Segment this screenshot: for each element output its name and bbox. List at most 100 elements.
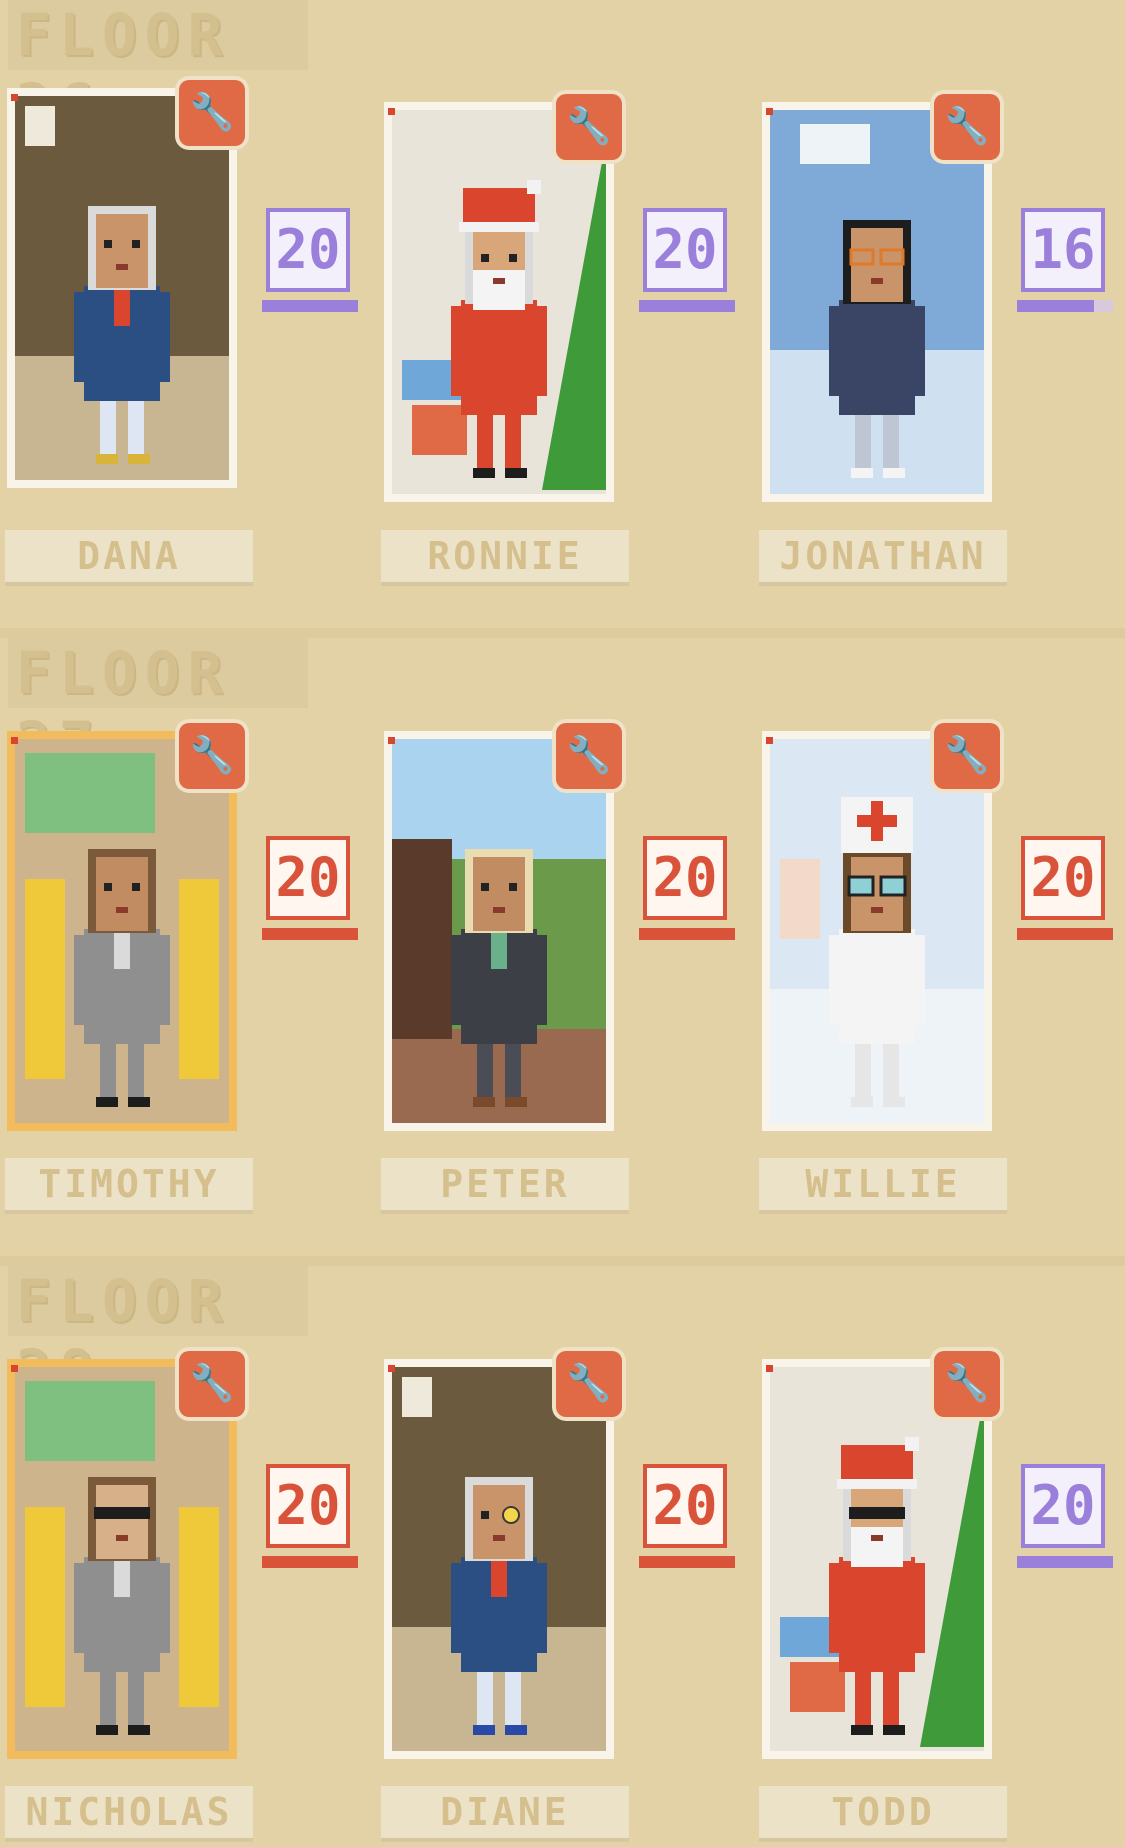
skill-progress-fill bbox=[639, 928, 735, 940]
skill-progress-bar bbox=[639, 1556, 735, 1568]
floor-title: FLOOR 28 bbox=[8, 1266, 308, 1405]
floor-28-section: FLOOR 28 🔧 20 NICHOLAS 🔧 20 DIA bbox=[0, 1256, 1125, 1847]
skill-progress-fill bbox=[262, 928, 358, 940]
floor-divider bbox=[0, 1256, 1125, 1266]
bitizen-name-plate[interactable]: RONNIE bbox=[381, 530, 629, 582]
bitizen-name-plate[interactable]: DIANE bbox=[381, 1786, 629, 1838]
bitizen-portrait bbox=[15, 96, 229, 480]
wrench-icon[interactable]: 🔧 bbox=[934, 723, 1000, 789]
skill-level-value: 20 bbox=[266, 1464, 350, 1548]
skill-progress-fill bbox=[639, 300, 735, 312]
bitizen-name: TIMOTHY bbox=[38, 1162, 220, 1206]
bitizen-portrait bbox=[770, 110, 984, 494]
bitizen-name: RONNIE bbox=[427, 534, 583, 578]
skill-progress-fill bbox=[1017, 928, 1113, 940]
portrait-scene bbox=[15, 739, 229, 1123]
skill-level-value: 20 bbox=[643, 1464, 727, 1548]
bitizen-name-plate[interactable]: DANA bbox=[5, 530, 253, 582]
skill-level-badge: 20 bbox=[639, 1464, 735, 1568]
bitizen-card-peter[interactable]: 🔧 bbox=[384, 723, 622, 1131]
portrait-art bbox=[770, 1367, 984, 1751]
bitizen-name-plate[interactable]: WILLIE bbox=[759, 1158, 1007, 1210]
skill-level-badge: 20 bbox=[639, 208, 735, 312]
floor-title: FLOOR 26 bbox=[8, 0, 308, 139]
wrench-icon[interactable]: 🔧 bbox=[179, 723, 245, 789]
bitizen-portrait bbox=[770, 739, 984, 1123]
bitizen-name-plate[interactable]: PETER bbox=[381, 1158, 629, 1210]
portrait-scene bbox=[392, 739, 606, 1123]
skill-progress-fill bbox=[262, 1556, 358, 1568]
bitizen-card-willie[interactable]: 🔧 bbox=[762, 723, 1000, 1131]
skill-level-badge: 20 bbox=[1017, 1464, 1113, 1568]
portrait-scene bbox=[15, 96, 229, 480]
portrait-scene bbox=[392, 1367, 606, 1751]
skill-level-badge: 20 bbox=[639, 836, 735, 940]
portrait-art bbox=[15, 739, 229, 1123]
wrench-icon[interactable]: 🔧 bbox=[179, 1351, 245, 1417]
bitizen-name-plate[interactable]: TIMOTHY bbox=[5, 1158, 253, 1210]
floor-27-section: FLOOR 27 🔧 20 TIMOTHY 🔧 20 PETE bbox=[0, 628, 1125, 1246]
skill-level-value: 20 bbox=[643, 836, 727, 920]
skill-level-badge: 16 bbox=[1017, 208, 1113, 312]
portrait-scene bbox=[770, 1367, 984, 1751]
bitizen-card-ronnie[interactable]: 🔧 bbox=[384, 94, 622, 502]
bitizen-portrait bbox=[15, 739, 229, 1123]
portrait-art bbox=[15, 1367, 229, 1751]
skill-level-value: 20 bbox=[266, 836, 350, 920]
wrench-icon[interactable]: 🔧 bbox=[556, 94, 622, 160]
wrench-icon[interactable]: 🔧 bbox=[934, 94, 1000, 160]
skill-level-badge: 20 bbox=[262, 208, 358, 312]
skill-level-value: 16 bbox=[1021, 208, 1105, 292]
portrait-scene bbox=[392, 110, 606, 494]
bitizen-portrait bbox=[392, 739, 606, 1123]
skill-level-value: 20 bbox=[1021, 1464, 1105, 1548]
floor-divider bbox=[0, 628, 1125, 638]
skill-progress-bar bbox=[262, 928, 358, 940]
skill-progress-fill bbox=[262, 300, 358, 312]
skill-progress-bar bbox=[639, 300, 735, 312]
portrait-scene bbox=[770, 739, 984, 1123]
wrench-icon[interactable]: 🔧 bbox=[556, 1351, 622, 1417]
skill-level-badge: 20 bbox=[1017, 836, 1113, 940]
portrait-art bbox=[392, 1367, 606, 1751]
bitizen-name: TODD bbox=[831, 1790, 935, 1834]
wrench-icon[interactable]: 🔧 bbox=[179, 80, 245, 146]
bitizen-name-plate[interactable]: TODD bbox=[759, 1786, 1007, 1838]
dream-job-pin bbox=[11, 94, 18, 101]
skill-level-badge: 20 bbox=[262, 1464, 358, 1568]
bitizen-name-plate[interactable]: NICHOLAS bbox=[5, 1786, 253, 1838]
dream-job-pin bbox=[388, 108, 395, 115]
skill-level-value: 20 bbox=[266, 208, 350, 292]
bitizen-name: DANA bbox=[77, 534, 181, 578]
bitizen-card-diane[interactable]: 🔧 bbox=[384, 1351, 622, 1759]
portrait-art bbox=[15, 96, 229, 480]
dream-job-pin bbox=[388, 1365, 395, 1372]
skill-level-value: 20 bbox=[1021, 836, 1105, 920]
dream-job-pin bbox=[766, 737, 773, 744]
skill-progress-bar bbox=[639, 928, 735, 940]
dream-job-pin bbox=[766, 108, 773, 115]
bitizen-name-plate[interactable]: JONATHAN bbox=[759, 530, 1007, 582]
skill-progress-bar bbox=[262, 1556, 358, 1568]
portrait-art bbox=[392, 739, 606, 1123]
portrait-scene bbox=[15, 1367, 229, 1751]
bitizen-portrait bbox=[392, 110, 606, 494]
dream-job-pin bbox=[766, 1365, 773, 1372]
bitizen-card-dana[interactable]: 🔧 bbox=[7, 80, 245, 488]
bitizen-name: PETER bbox=[440, 1162, 570, 1206]
floor-26-section: FLOOR 26 🔧 20 DANA 🔧 20 RONNIE bbox=[0, 0, 1125, 618]
dream-job-pin bbox=[388, 737, 395, 744]
skill-progress-bar bbox=[1017, 300, 1113, 312]
bitizen-card-timothy[interactable]: 🔧 bbox=[7, 723, 245, 1131]
bitizen-card-nicholas[interactable]: 🔧 bbox=[7, 1351, 245, 1759]
wrench-icon[interactable]: 🔧 bbox=[556, 723, 622, 789]
skill-progress-bar bbox=[1017, 1556, 1113, 1568]
wrench-icon[interactable]: 🔧 bbox=[934, 1351, 1000, 1417]
bitizen-portrait bbox=[392, 1367, 606, 1751]
bitizen-name: NICHOLAS bbox=[25, 1790, 233, 1834]
portrait-art bbox=[392, 110, 606, 494]
skill-progress-fill bbox=[1017, 1556, 1113, 1568]
dream-job-pin bbox=[11, 737, 18, 744]
bitizen-card-todd[interactable]: 🔧 bbox=[762, 1351, 1000, 1759]
bitizen-card-jonathan[interactable]: 🔧 bbox=[762, 94, 1000, 502]
